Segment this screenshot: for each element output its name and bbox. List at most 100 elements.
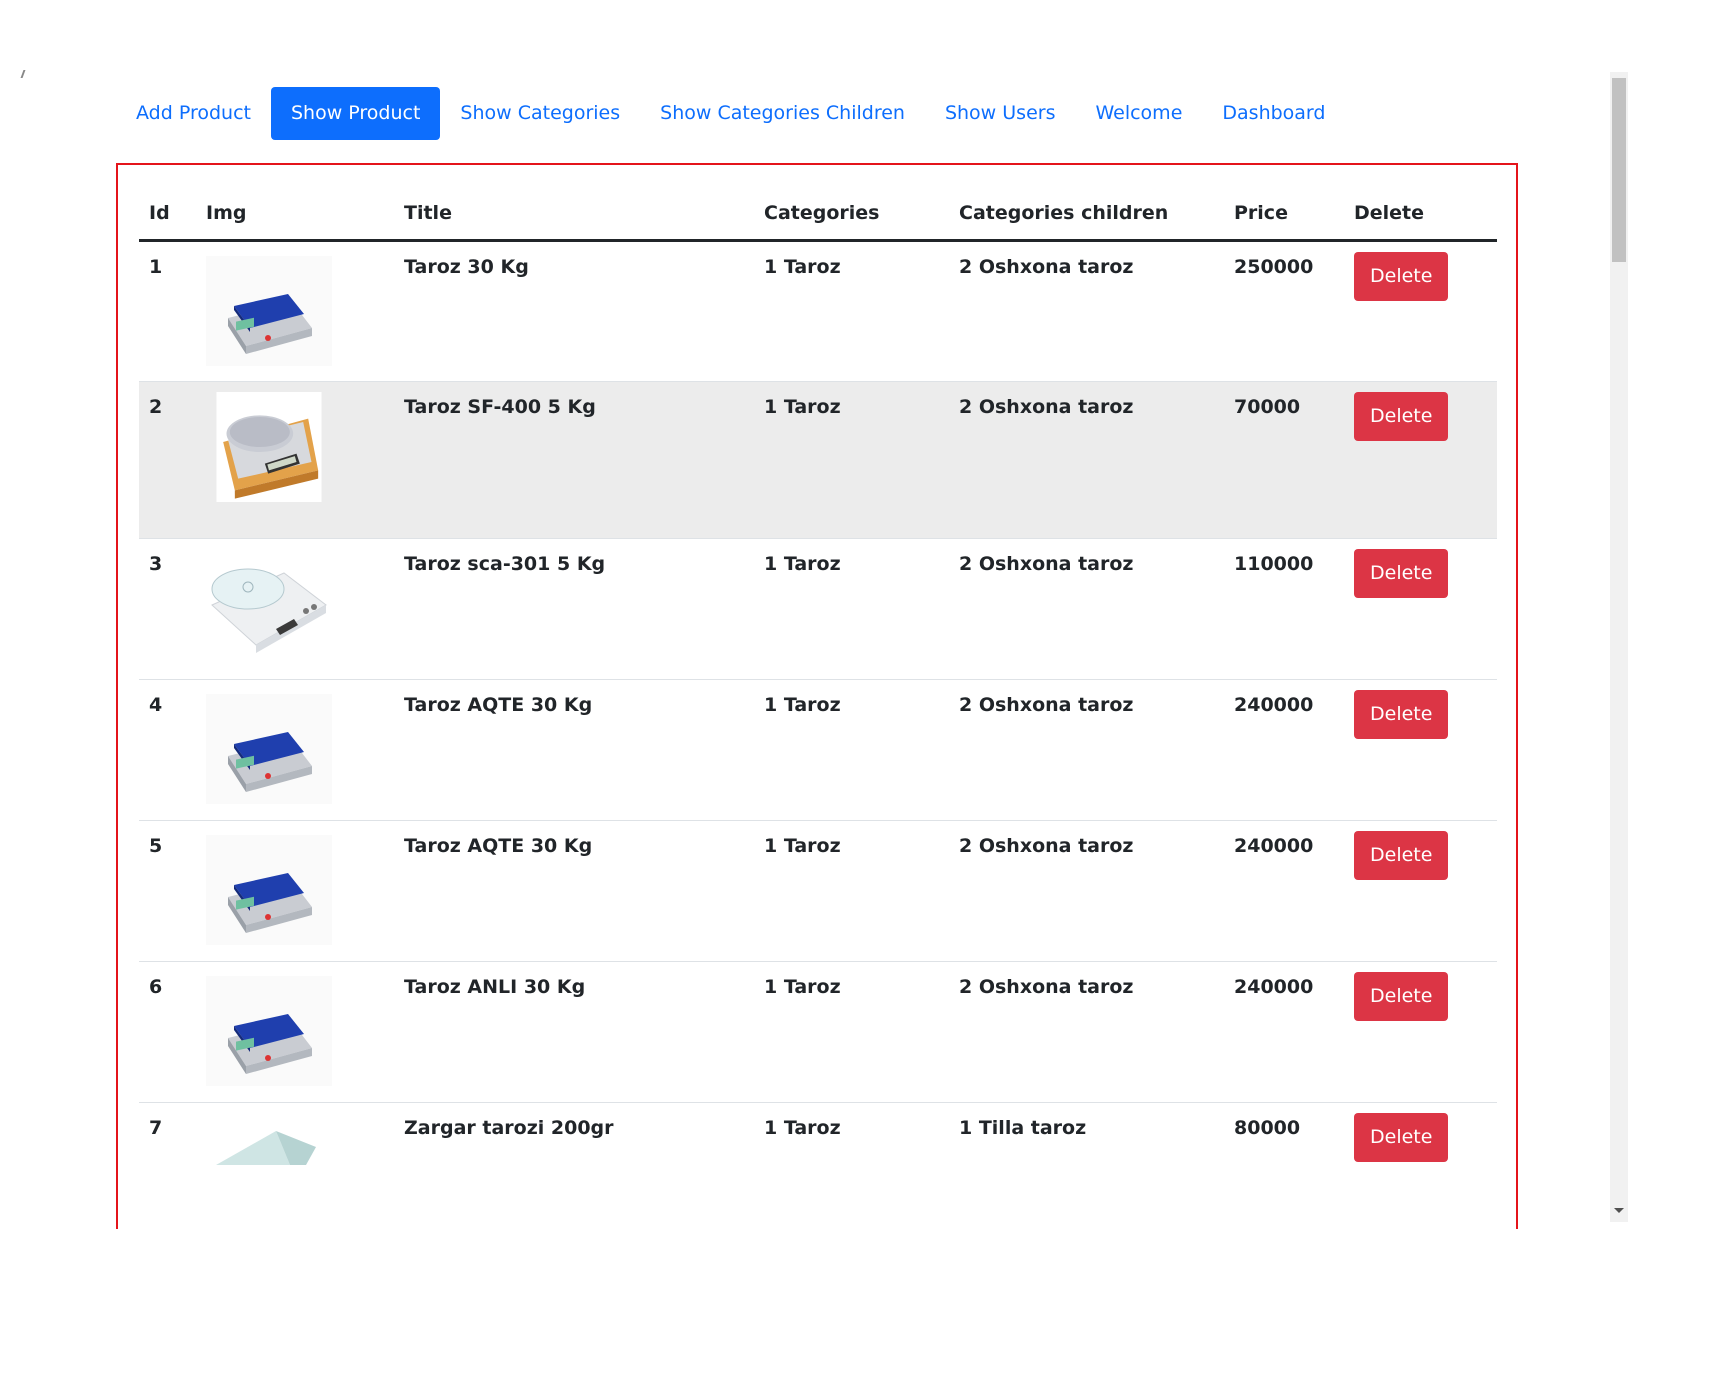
cell-categories-children-text: 2 Oshxona taroz [959, 256, 1134, 278]
cell-id: 7 [139, 1102, 196, 1229]
cell-price: 70000 [1224, 381, 1344, 539]
delete-button[interactable]: Delete [1354, 252, 1449, 301]
nav-show-categories-children[interactable]: Show Categories Children [640, 87, 925, 140]
cell-categories-text: 1 Taroz [764, 256, 841, 278]
cell-id-text: 4 [149, 694, 163, 716]
cell-price-text: 80000 [1234, 1117, 1301, 1139]
cell-categories: 1 Taroz [754, 381, 949, 539]
product-image [206, 694, 384, 804]
product-image [206, 392, 384, 502]
cell-categories: 1 Taroz [754, 820, 949, 962]
header-categories-children: Categories children [949, 187, 1224, 242]
cell-categories-children-text: 2 Oshxona taroz [959, 396, 1134, 418]
cell-title: Taroz SF-400 5 Kg [394, 381, 754, 539]
nav-show-users[interactable]: Show Users [925, 87, 1076, 140]
cell-categories-children-text: 2 Oshxona taroz [959, 835, 1134, 857]
cell-id: 1 [139, 240, 196, 382]
cell-categories-text: 1 Taroz [764, 835, 841, 857]
cell-categories-children-text: 2 Oshxona taroz [959, 976, 1134, 998]
products-table-container[interactable]: Id Img Title Categories Categories child… [116, 163, 1518, 1229]
cell-img [196, 1102, 394, 1229]
table-row: 5 Taroz AQTE 30 Kg 1 Taroz 2 Oshxona taroz 2… [139, 820, 1497, 962]
product-image [206, 835, 384, 945]
cell-price: 110000 [1224, 538, 1344, 680]
cell-categories: 1 Taroz [754, 538, 949, 680]
cell-id-text: 3 [149, 553, 163, 575]
cell-img [196, 240, 394, 382]
table-row: 1 Taroz 30 Kg 1 Taroz 2 Oshxona taroz 250000… [139, 240, 1497, 382]
cell-delete: Delete [1344, 1102, 1497, 1229]
cell-price-text: 110000 [1234, 553, 1314, 575]
cell-price: 240000 [1224, 820, 1344, 962]
product-image [206, 256, 384, 366]
product-image [206, 1117, 384, 1227]
cell-delete: Delete [1344, 240, 1497, 382]
cell-price: 80000 [1224, 1102, 1344, 1229]
cell-categories: 1 Taroz [754, 961, 949, 1103]
product-image [206, 553, 384, 663]
cell-categories-children-text: 2 Oshxona taroz [959, 553, 1134, 575]
cell-delete: Delete [1344, 679, 1497, 821]
nav-show-product[interactable]: Show Product [270, 87, 441, 140]
table-row: 6 Taroz ANLI 30 Kg 1 Taroz 2 Oshxona taroz 2… [139, 961, 1497, 1103]
scrollbar-thumb[interactable] [1612, 78, 1626, 262]
delete-button[interactable]: Delete [1354, 690, 1449, 739]
product-image [206, 976, 384, 1086]
nav-add-product[interactable]: Add Product [122, 87, 271, 140]
header-categories: Categories [754, 187, 949, 242]
header-delete: Delete [1344, 187, 1497, 242]
cell-categories-children-text: 2 Oshxona taroz [959, 694, 1134, 716]
header-price: Price [1224, 187, 1344, 242]
cell-delete: Delete [1344, 961, 1497, 1103]
cell-price: 250000 [1224, 240, 1344, 382]
cell-price-text: 240000 [1234, 694, 1314, 716]
cell-title: Taroz AQTE 30 Kg [394, 820, 754, 962]
cell-price-text: 240000 [1234, 835, 1314, 857]
cell-id-text: 1 [149, 256, 163, 278]
cell-img [196, 381, 394, 539]
table-row: 7 Zargar tarozi 200gr 1 Taroz 1 Tilla taroz… [139, 1102, 1497, 1229]
cell-categories-children: 2 Oshxona taroz [949, 961, 1224, 1103]
cell-price: 240000 [1224, 679, 1344, 821]
table-row: 3 Taroz sca-301 5 Kg 1 Taroz 2 Oshxona taro… [139, 538, 1497, 680]
table-row: 2 Taroz SF-400 5 Kg 1 Taroz 2 Oshxona taroz… [139, 381, 1497, 539]
cell-img [196, 820, 394, 962]
table-row: 4 Taroz AQTE 30 Kg 1 Taroz 2 Oshxona taroz 2… [139, 679, 1497, 821]
cell-categories-text: 1 Taroz [764, 553, 841, 575]
scroll-down-arrow-icon[interactable] [1614, 1208, 1624, 1213]
cell-categories-text: 1 Taroz [764, 396, 841, 418]
nav-show-categories[interactable]: Show Categories [440, 87, 640, 140]
cell-img [196, 538, 394, 680]
cell-price-text: 250000 [1234, 256, 1314, 278]
delete-button[interactable]: Delete [1354, 972, 1449, 1021]
cell-categories-children: 2 Oshxona taroz [949, 820, 1224, 962]
delete-button[interactable]: Delete [1354, 549, 1449, 598]
cell-price: 240000 [1224, 961, 1344, 1103]
cell-title-text: Taroz ANLI 30 Kg [404, 976, 586, 998]
cell-title-text: Zargar tarozi 200gr [404, 1117, 614, 1139]
delete-button[interactable]: Delete [1354, 831, 1449, 880]
cell-categories-children-text: 1 Tilla taroz [959, 1117, 1087, 1139]
stray-mark [20, 70, 26, 78]
header-id: Id [139, 187, 196, 242]
table-body: 1 Taroz 30 Kg 1 Taroz 2 Oshxona taroz 250000… [139, 240, 1497, 1229]
cell-id: 6 [139, 961, 196, 1103]
header-title: Title [394, 187, 754, 242]
cell-categories: 1 Taroz [754, 240, 949, 382]
cell-delete: Delete [1344, 820, 1497, 962]
cell-delete: Delete [1344, 381, 1497, 539]
cell-id: 5 [139, 820, 196, 962]
cell-title-text: Taroz AQTE 30 Kg [404, 694, 593, 716]
cell-title: Taroz 30 Kg [394, 240, 754, 382]
cell-img [196, 961, 394, 1103]
cell-title-text: Taroz AQTE 30 Kg [404, 835, 593, 857]
delete-button[interactable]: Delete [1354, 392, 1449, 441]
cell-id-text: 7 [149, 1117, 163, 1139]
nav-welcome[interactable]: Welcome [1075, 87, 1202, 140]
cell-title-text: Taroz SF-400 5 Kg [404, 396, 596, 418]
table-header-row: Id Img Title Categories Categories child… [139, 187, 1497, 242]
cell-categories-text: 1 Taroz [764, 976, 841, 998]
delete-button[interactable]: Delete [1354, 1113, 1449, 1162]
nav-dashboard[interactable]: Dashboard [1202, 87, 1345, 140]
cell-categories-children: 2 Oshxona taroz [949, 381, 1224, 539]
